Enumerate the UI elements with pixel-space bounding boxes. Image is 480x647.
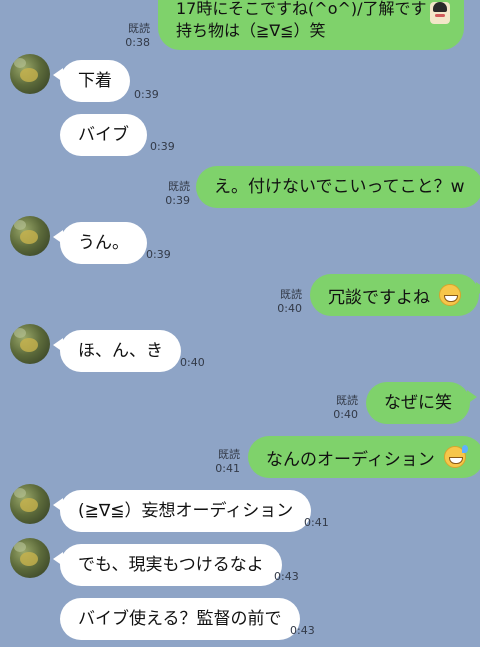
incoming-message-bubble[interactable]: バイブ使える？監督の前で xyxy=(60,598,300,640)
read-receipt: 既読 0:40 xyxy=(333,394,358,421)
message-time: 0:43 xyxy=(274,570,299,583)
message-text: (≧∇≦）妄想オーディション xyxy=(78,501,294,521)
contact-avatar[interactable] xyxy=(10,538,50,578)
incoming-message-bubble[interactable]: うん。 xyxy=(53,222,147,264)
message-text: バイブ xyxy=(78,125,129,145)
contact-avatar[interactable] xyxy=(10,484,50,524)
outgoing-message-bubble[interactable]: 冗談ですよね xyxy=(310,274,480,316)
message-time: 0:43 xyxy=(290,624,315,637)
message-text: え。付けないでこいってこと？w xyxy=(214,177,465,197)
message-time: 0:41 xyxy=(304,516,329,529)
incoming-message-bubble[interactable]: バイブ xyxy=(60,114,147,156)
sweat-smile-emoji xyxy=(444,445,469,468)
grinning-face-emoji xyxy=(439,284,462,306)
read-receipt: 既読 0:38 xyxy=(125,22,150,49)
message-text: なぜに笑 xyxy=(384,393,452,413)
message-time: 0:39 xyxy=(146,248,171,261)
read-receipt: 既読 0:41 xyxy=(215,448,240,475)
message-text: 冗談ですよね xyxy=(328,288,430,308)
incoming-message-bubble[interactable]: でも、現実もつけるなよ xyxy=(53,544,282,586)
message-text: うん。 xyxy=(78,233,129,253)
contact-avatar[interactable] xyxy=(10,54,50,94)
message-time: 0:39 xyxy=(150,140,175,153)
read-receipt: 既読 0:39 xyxy=(165,180,190,207)
message-text: バイブ使える？監督の前で xyxy=(78,609,282,629)
message-text: なんのオーディション xyxy=(266,450,435,470)
outgoing-message-bubble[interactable]: なぜに笑 xyxy=(366,382,477,424)
contact-avatar[interactable] xyxy=(10,324,50,364)
message-text: 下着 xyxy=(78,71,112,91)
incoming-message-bubble[interactable]: (≧∇≦）妄想オーディション xyxy=(52,490,312,532)
message-text: ほ、ん、き xyxy=(78,341,163,361)
message-time: 0:39 xyxy=(134,88,159,101)
outgoing-message-bubble[interactable]: 17時にそこですね(^o^)/了解です 持ち物は（≧∇≦）笑 xyxy=(158,0,464,50)
message-text: でも、現実もつけるなよ xyxy=(78,555,264,575)
read-receipt: 既読 0:40 xyxy=(277,288,302,315)
message-line: 17時にそこですね(^o^)/了解です xyxy=(176,0,427,18)
message-line: 持ち物は（≧∇≦）笑 xyxy=(176,21,326,40)
incoming-message-bubble[interactable]: 下着 xyxy=(53,60,130,102)
sticker-icon xyxy=(430,2,450,24)
incoming-message-bubble[interactable]: ほ、ん、き xyxy=(53,330,181,372)
message-time: 0:40 xyxy=(180,356,205,369)
outgoing-message-bubble[interactable]: え。付けないでこいってこと？w xyxy=(196,166,480,208)
contact-avatar[interactable] xyxy=(10,216,50,256)
outgoing-message-bubble[interactable]: なんのオーディション xyxy=(248,436,480,478)
